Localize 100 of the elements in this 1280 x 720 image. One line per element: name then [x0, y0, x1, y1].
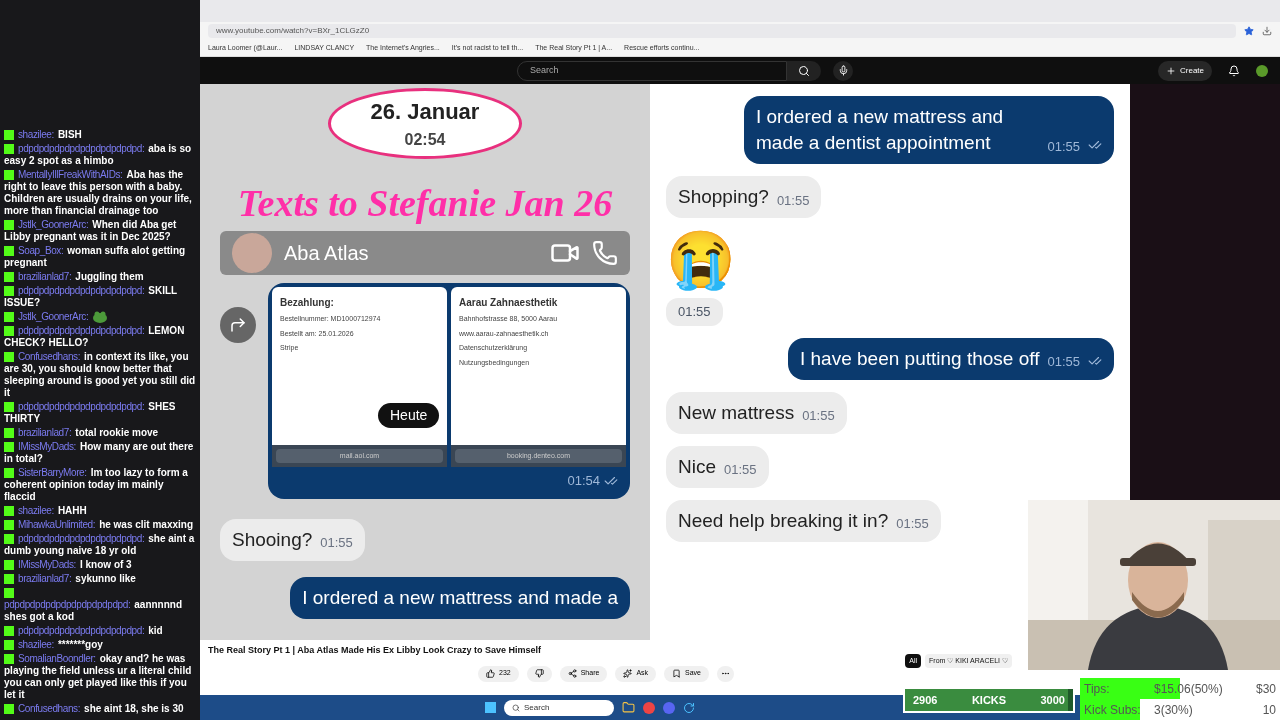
folder-icon[interactable]: [622, 701, 635, 714]
search-button[interactable]: [787, 60, 821, 81]
goal-label: Tips:: [1084, 680, 1111, 698]
kick-badge-icon: [4, 520, 14, 531]
chat-message: Soap_Box: woman suffa alot getting pregnant: [3, 243, 187, 270]
kick-badge-icon: [4, 468, 14, 479]
message-time: 01:55: [724, 461, 757, 479]
kick-badge-icon: [4, 574, 14, 585]
chat-message: pdpdpdpdpdpdpdpdpdpdpdpd: LEMON CHECK? HELLO?: [3, 324, 186, 350]
phone-icon: [592, 240, 618, 266]
kick-badge-icon: [4, 170, 14, 180]
chat-message: brazilianlad7: total rookie move: [0, 426, 200, 440]
kick-badge-icon: [4, 220, 14, 230]
dislike-button[interactable]: [526, 665, 552, 682]
kick-badge-icon: [4, 402, 14, 413]
message-time: 01:54: [567, 472, 600, 490]
chat-message: IMissMyDads: I know of 3: [0, 558, 200, 572]
chat-message: brazilianlad7: sykunno like: [0, 572, 200, 586]
kick-badge-icon: [4, 326, 14, 337]
overlay-title: Texts to Stefanie Jan 26: [237, 183, 613, 223]
message-time: 01:55: [802, 407, 835, 425]
chat-message: IMissMyDads: How many are out there in total?: [3, 440, 195, 466]
goal-target: 10: [1262, 701, 1276, 719]
goal-label: Kick Subs:: [1084, 701, 1142, 719]
message-time: 01:55: [896, 515, 929, 533]
chat-message: Jstlk_GoonerArc: When did Aba get Libby pregnant was it in Dec 2025?: [3, 217, 178, 244]
kick-badge-icon: [4, 442, 14, 453]
message-time: 01:55: [776, 191, 810, 210]
share-icon: [567, 669, 577, 678]
kick-badge-icon: [4, 654, 14, 665]
microphone-icon: [837, 65, 849, 76]
kick-badge-icon: [4, 312, 14, 322]
create-button[interactable]: Create: [1158, 60, 1212, 81]
chat-message: pdpdpdpdpdpdpdpdpdpdpdpd: SKILL ISSUE?: [3, 283, 178, 310]
chat-message: brazilianlad7: Juggling them: [0, 269, 200, 284]
kick-badge-icon: [4, 560, 14, 571]
message-text: I ordered a new mattress and made a: [302, 585, 618, 610]
kick-badge-icon: [4, 506, 14, 517]
chat-message: Confusedhans: she aint 18, she is 30: [0, 702, 200, 716]
read-ticks-icon: [1088, 138, 1102, 152]
time-label: 02:54: [404, 130, 446, 150]
kick-badge-icon: [4, 640, 14, 651]
avatar-icon[interactable]: [1256, 64, 1268, 77]
message-text: Shopping?: [678, 185, 769, 209]
chat-message: MentallyIllFreakWithAIDs: Aba has the right to leave this person with a baby. Children are usually drains on your life, more than financial drainage too: [3, 167, 193, 218]
plus-icon: [1166, 65, 1176, 76]
kick-badge-icon: [4, 428, 14, 439]
message-time: 01:55: [666, 298, 723, 326]
kicks-current: 2906: [913, 692, 938, 708]
chat-message: shazilee: *******goy: [0, 638, 200, 652]
bookmark-icon: [672, 669, 682, 678]
goal-value: 3(30%): [1154, 701, 1194, 719]
microphone-button[interactable]: [833, 60, 853, 81]
chat-message: pdpdpdpdpdpdpdpdpdpdpdpd: aba is so easy 2 spot as a himbo: [3, 141, 193, 168]
contact-name: Aba Atlas: [284, 241, 370, 266]
kick-badge-icon: [4, 352, 14, 363]
chat-message: Confusedhans: in context its like, you are 30, you should know better that sleeping around is good yet you still did it: [3, 350, 197, 400]
app-icon[interactable]: [683, 701, 695, 714]
kicks-target: 3000: [1040, 692, 1065, 708]
screenshot-heading: Aarau Zahnaesthetik: [459, 296, 559, 310]
chat-message: SisterBarryMore: Im too lazy to form a coherent opinion today im mainly flaccid: [3, 466, 189, 504]
download-icon[interactable]: [1262, 26, 1272, 36]
chat-message: Jstlk_GoonerArc:: [0, 309, 200, 324]
crying-emoji: 😭: [666, 230, 736, 290]
message-text: Nice: [678, 454, 716, 479]
message-time: 01:55: [320, 534, 353, 552]
forward-icon: [220, 307, 256, 343]
contact-avatar: [232, 233, 272, 273]
message-text: Need help breaking it in?: [678, 508, 889, 533]
message-text: I ordered a new mattress and made a dentist appointment: [756, 105, 1005, 155]
message-time: 01:55: [1047, 137, 1080, 156]
message-text: I have been putting those off: [800, 346, 1040, 371]
sparkle-icon: [623, 669, 633, 678]
start-icon[interactable]: [485, 702, 496, 713]
notifications-icon[interactable]: [1228, 64, 1240, 77]
kick-badge-icon: [4, 704, 14, 715]
message-text: Shooing?: [232, 527, 313, 552]
message-time: 01:55: [1047, 353, 1080, 371]
more-icon: [721, 669, 730, 678]
bookmark-star-icon[interactable]: [1244, 26, 1254, 36]
chat-message: shazilee: BISH: [0, 127, 200, 142]
date-label: 26. Januar: [370, 98, 480, 126]
chat-message: pdpdpdpdpdpdpdpdpdpdpdpd: kid: [0, 624, 200, 638]
search-icon: [798, 64, 810, 77]
address-field[interactable]: www.youtube.com/watch?v=BXr_1CLGzZ0: [208, 24, 1236, 38]
search-icon: [512, 703, 520, 712]
kick-badge-icon: [4, 246, 14, 256]
thumbs-up-icon: [486, 669, 495, 678]
taskbar-search-field[interactable]: Search: [504, 699, 614, 716]
kick-badge-icon: [4, 534, 14, 545]
kick-badge-icon: [4, 588, 14, 599]
screenshot-heading: Bezahlung:: [280, 296, 335, 310]
thumbs-down-icon: [534, 669, 544, 678]
message-text: New mattress: [678, 400, 795, 425]
video-title: The Real Story Pt 1 | Aba Atlas Made His Ex Libby Look Crazy to Save Himself: [208, 644, 542, 657]
kick-badge-icon: [4, 626, 14, 637]
chat-message: shazilee: HAHH: [0, 504, 200, 518]
frog-emote-icon: [92, 311, 109, 323]
goal-target: $30: [1255, 680, 1276, 698]
chat-message: MihawkaUnlimited: he was clit maxxing: [0, 518, 200, 532]
